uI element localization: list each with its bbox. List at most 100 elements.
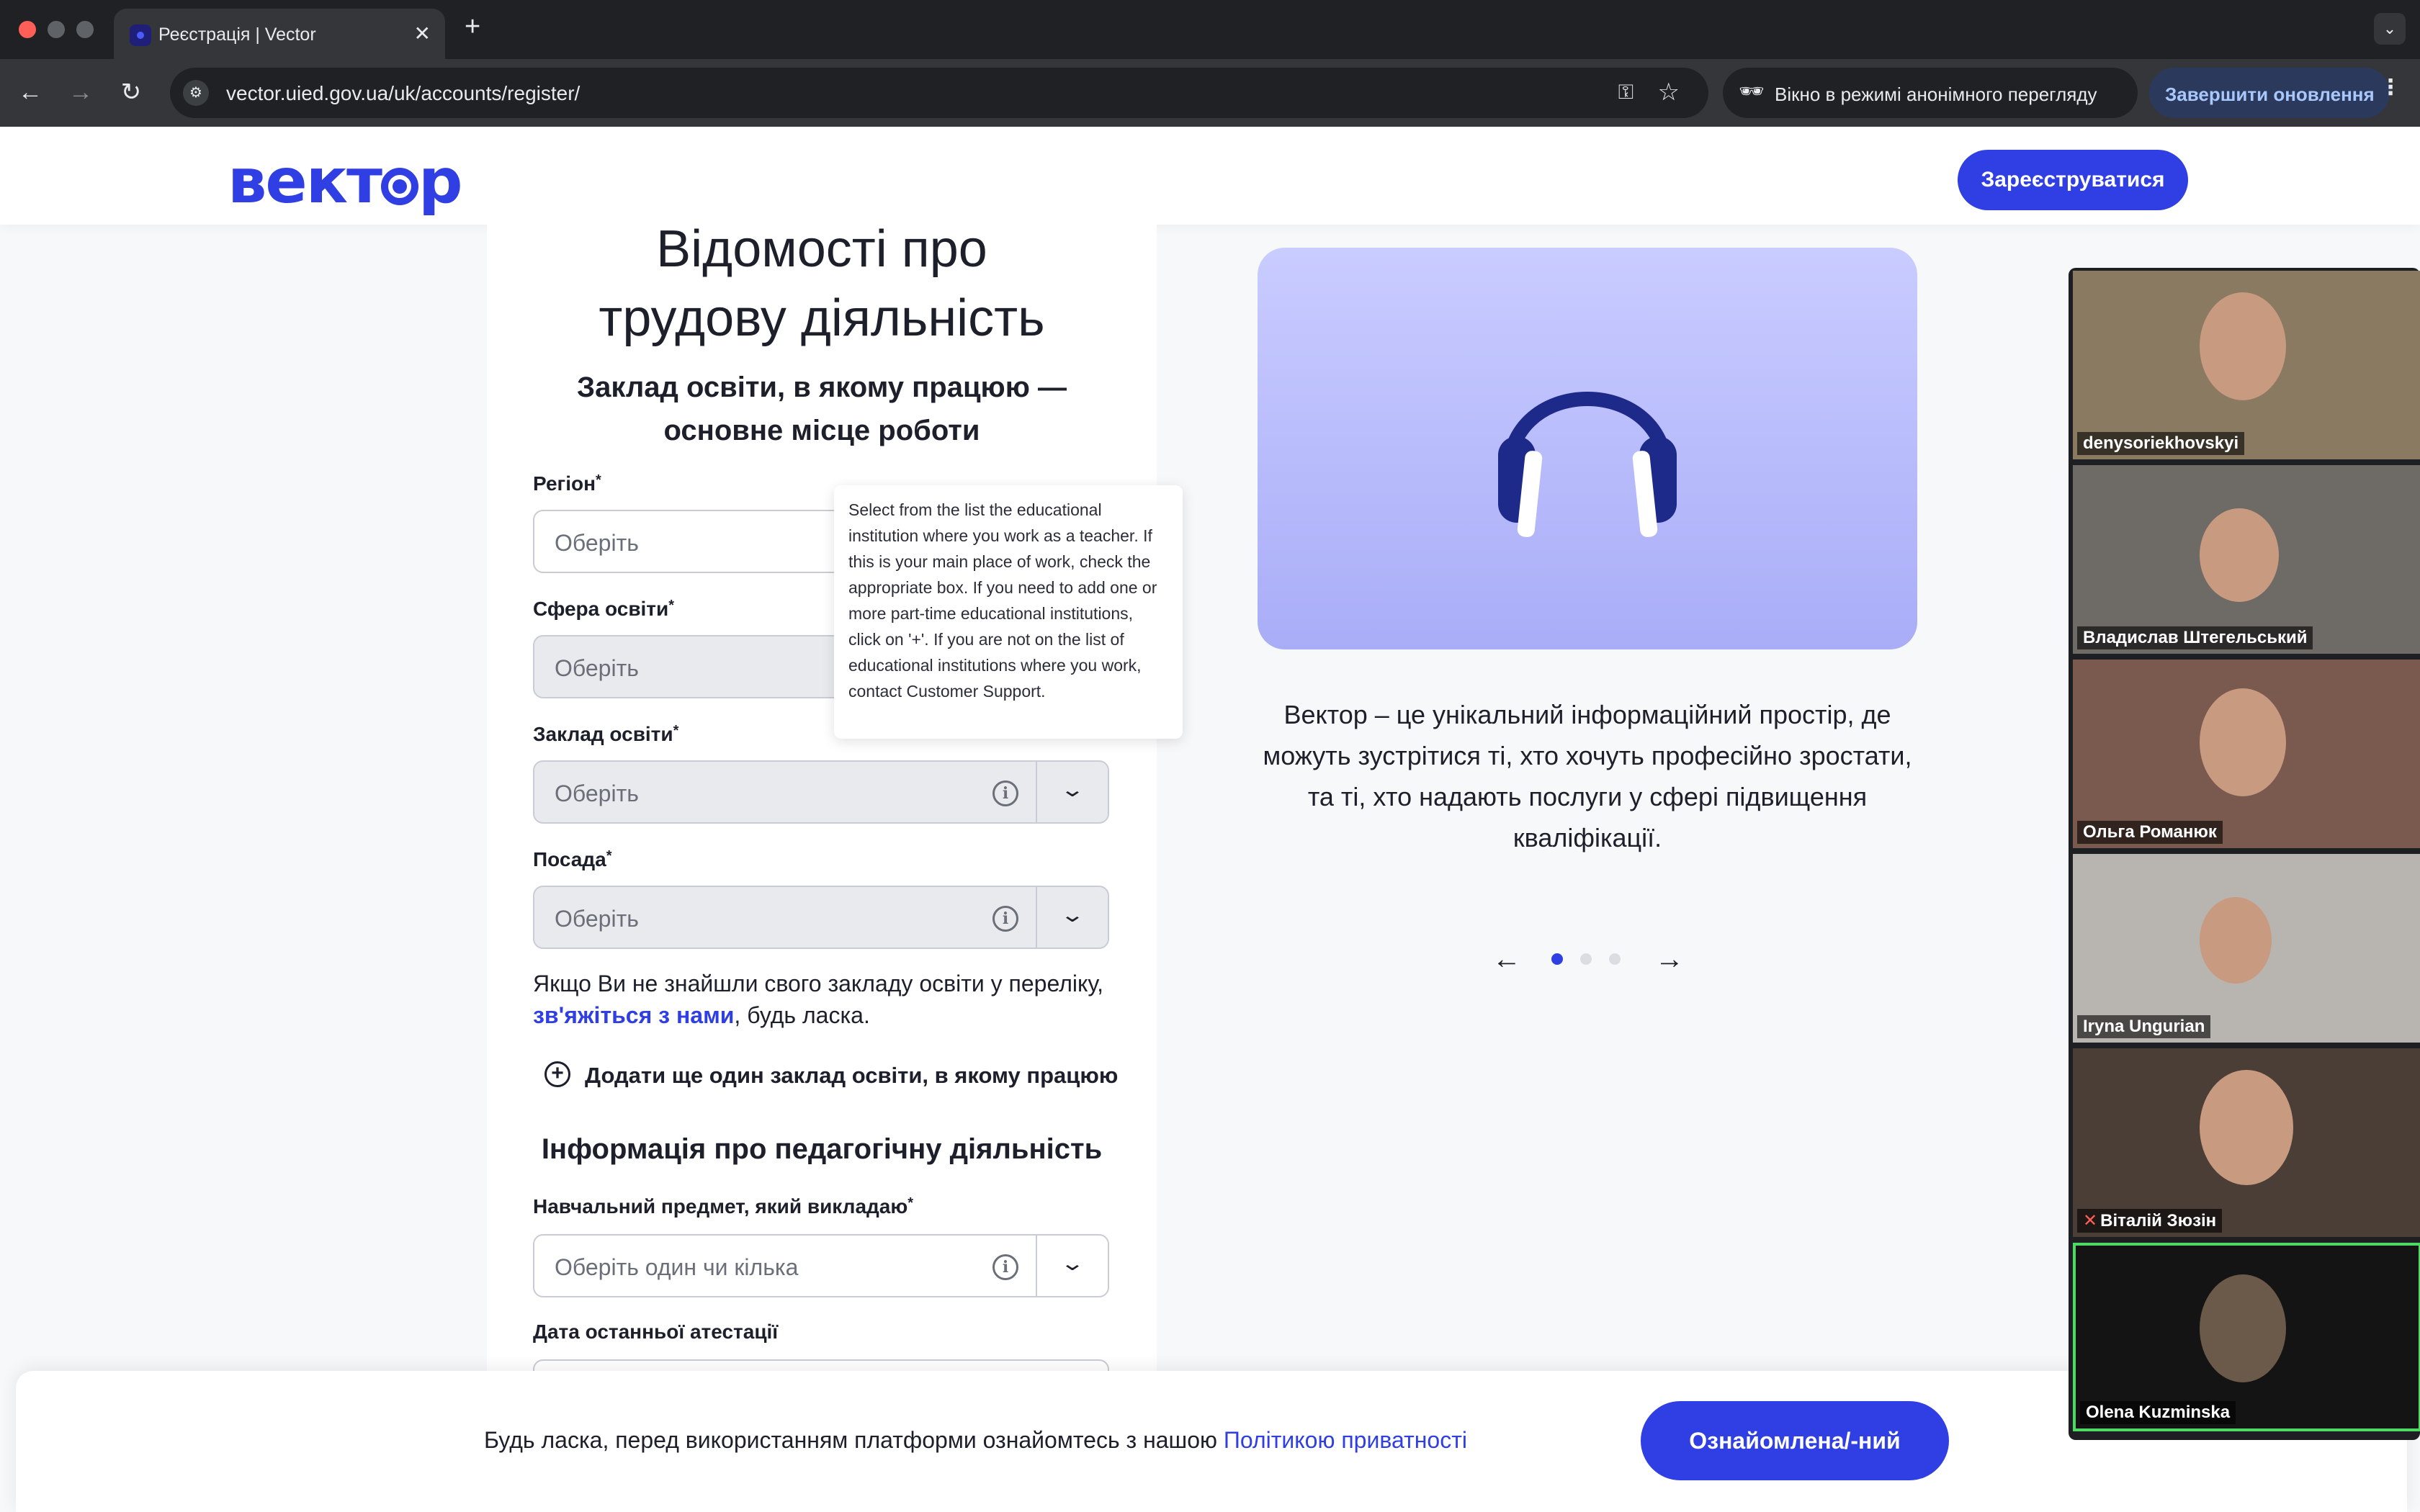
logo-eye-icon [380,168,418,205]
institution-label: Заклад освіти* [533,723,678,746]
acknowledge-button[interactable]: Ознайомлена/-ний [1641,1401,1949,1480]
required-mark: * [668,598,675,613]
privacy-banner-text: Будь ласка, перед використанням платформ… [484,1427,1467,1454]
form-subtitle: Заклад освіти, в якому працюю — основне … [577,372,1067,446]
region-label: Регіон* [533,472,601,495]
privacy-policy-link[interactable]: Політикою приватності [1224,1427,1467,1453]
video-tile-active-speaker[interactable]: Olena Kuzminska [2073,1243,2420,1431]
participant-name-text: Віталій Зюзін [2100,1211,2217,1230]
contact-us-link[interactable]: зв'яжіться з нами [533,1002,734,1028]
participant-name: ✕ Віталій Зюзін [2077,1209,2223,1233]
institution-placeholder: Оберіть [555,780,639,806]
browser-tab-active[interactable]: Реєстрація | Vector ✕ [114,9,445,59]
education-sphere-label: Сфера освіти* [533,598,674,621]
required-mark: * [908,1195,914,1211]
institution-select[interactable]: Оберіть i ⌄ [533,760,1109,824]
carousel-prev-arrow-icon[interactable]: ← [1492,943,1521,976]
reload-button[interactable]: ↻ [115,76,147,108]
video-tile[interactable]: Владислав Штегельський [2073,465,2420,654]
video-tile[interactable]: ✕ Віталій Зюзін [2073,1048,2420,1237]
info-icon[interactable]: i [992,906,1018,932]
promo-illustration [1258,248,1917,649]
chevron-down-icon[interactable]: ⌄ [1054,1251,1091,1276]
video-tile[interactable]: Ольга Романюк [2073,660,2420,848]
avatar [2200,688,2286,796]
vector-logo[interactable]: вект р [228,145,463,217]
participant-name: Olena Kuzminska [2080,1401,2236,1424]
address-bar[interactable]: ⚙ vector.uied.gov.ua/uk/accounts/registe… [170,68,1708,118]
minimize-window-button[interactable] [48,21,65,38]
position-placeholder: Оберіть [555,906,639,932]
site-info-icon[interactable]: ⚙ [183,80,209,106]
info-icon[interactable]: i [992,780,1018,806]
attestation-date-label: Дата останньої атестації [533,1320,779,1343]
position-select[interactable]: Оберіть i ⌄ [533,886,1109,949]
select-divider [1036,1236,1037,1296]
browser-toolbar: ← → ↻ ⚙ vector.uied.gov.ua/uk/accounts/r… [0,59,2420,127]
position-label: Посада* [533,848,612,871]
subject-select[interactable]: Оберіть один чи кілька i ⌄ [533,1234,1109,1297]
chevron-down-icon[interactable]: ⌄ [1054,903,1091,927]
education-sphere-placeholder: Оберіть [555,655,639,681]
register-button[interactable]: Зареєструватися [1958,150,2188,210]
privacy-banner: Будь ласка, перед використанням платформ… [16,1371,2407,1512]
select-divider [1036,887,1037,948]
mic-muted-icon: ✕ [2083,1211,2098,1230]
institution-not-found-note: Якщо Ви не знайшли свого закладу освіти … [533,968,1109,1031]
carousel-dot-3[interactable] [1609,953,1621,965]
tab-search-chevron-icon[interactable]: ⌄ [2374,13,2406,45]
browser-tabbar: Реєстрація | Vector ✕ + ⌄ [0,0,2420,59]
incognito-label: Вікно в режимі анонімного перегляду [1775,84,2097,105]
required-mark: * [606,848,612,864]
password-key-icon[interactable]: ⚿ [1618,81,1634,104]
video-tile[interactable]: denysoriekhovskyi [2073,271,2420,459]
institution-label-text: Заклад освіти [533,723,673,745]
avatar [2200,292,2286,400]
institution-help-tooltip: Select from the list the educational ins… [834,485,1183,739]
participant-name: Ольга Романюк [2077,821,2223,844]
pedagogical-section-title: Інформація про педагогічну діяльність [541,1133,1103,1165]
promo-description: Вектор – це унікальний інформаційний про… [1263,700,1912,852]
subject-label: Навчальний предмет, який викладаю* [533,1195,913,1218]
video-tile[interactable]: Iryna Ungurian [2073,854,2420,1043]
registration-form-card: Відомості про трудову діяльність Заклад … [487,220,1157,1423]
headphones-icon [1498,392,1677,537]
participant-name: Iryna Ungurian [2077,1015,2211,1038]
forward-button[interactable]: → [65,76,97,108]
site-header: вект р Зареєструватися [0,127,2420,225]
region-label-text: Регіон [533,472,596,495]
avatar [2200,897,2272,984]
avatar [2200,1070,2293,1185]
chevron-down-icon[interactable]: ⌄ [1054,778,1091,802]
browser-menu-icon[interactable]: ⋮ [2380,75,2401,100]
incognito-indicator[interactable]: 🕶 Вікно в режимі анонімного перегляду [1723,68,2138,118]
form-title-line1: Відомості про [656,220,987,278]
participant-name: Владислав Штегельський [2077,626,2313,649]
bookmark-star-icon[interactable]: ☆ [1658,78,1680,107]
new-tab-button[interactable]: + [465,12,480,42]
required-mark: * [596,472,601,488]
info-icon[interactable]: i [992,1254,1018,1280]
carousel-dot-1[interactable] [1551,953,1563,965]
update-label: Завершити оновлення [2165,84,2375,105]
avatar [2200,508,2279,602]
logo-text-prefix: вект [228,145,382,217]
carousel-dot-2[interactable] [1580,953,1592,965]
required-mark: * [673,723,679,739]
back-button[interactable]: ← [14,76,46,108]
url-text[interactable]: vector.uied.gov.ua/uk/accounts/register/ [226,82,580,105]
note-text-before: Якщо Ви не знайшли свого закладу освіти … [533,971,1104,996]
tab-title: Реєстрація | Vector [158,24,316,45]
maximize-window-button[interactable] [76,21,94,38]
finish-update-button[interactable]: Завершити оновлення [2149,68,2390,118]
subject-placeholder: Оберіть один чи кілька [555,1254,799,1280]
plus-circle-icon: + [544,1061,570,1087]
subject-label-text: Навчальний предмет, який викладаю [533,1195,908,1218]
close-window-button[interactable] [19,21,36,38]
carousel-next-arrow-icon[interactable]: → [1655,943,1684,976]
video-participants-strip: denysoriekhovskyi Владислав Штегельський… [2069,268,2420,1440]
close-tab-icon[interactable]: ✕ [414,22,431,45]
promo-carousel-controls: ← → [1482,943,1691,975]
participant-name: denysoriekhovskyi [2077,432,2245,455]
vector-favicon-icon [130,24,151,46]
